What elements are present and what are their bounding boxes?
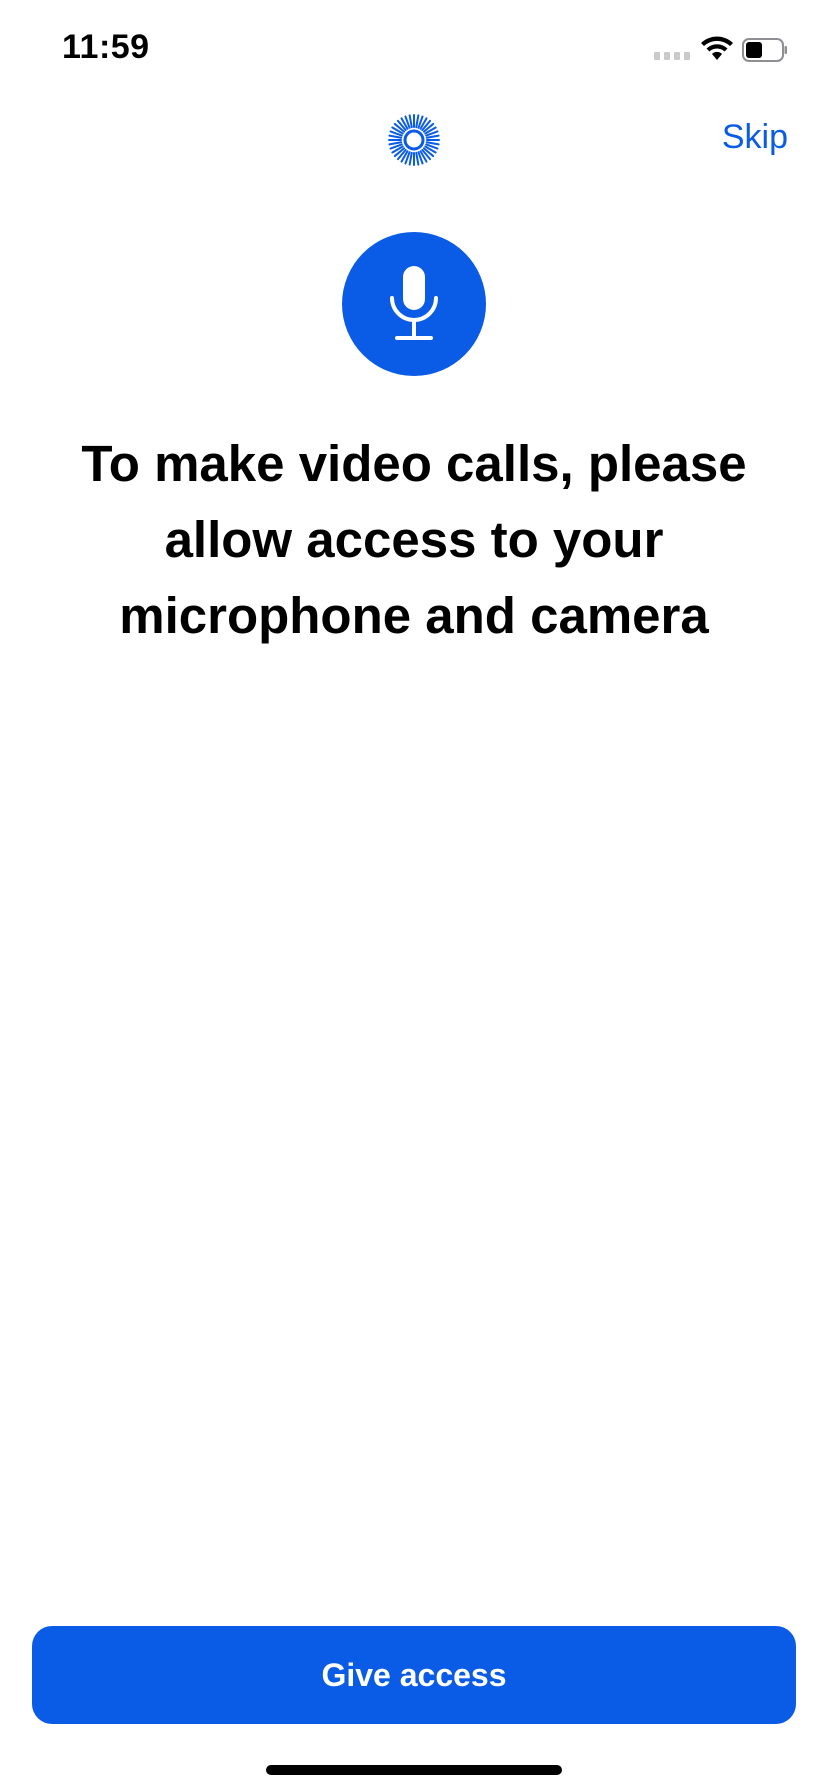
status-time: 11:59 [62, 28, 150, 66]
give-access-button[interactable]: Give access [32, 1626, 796, 1724]
cellular-signal-icon [654, 52, 690, 60]
microphone-badge [342, 232, 486, 376]
home-indicator[interactable] [266, 1765, 562, 1775]
permission-headline: To make video calls, please allow access… [81, 435, 747, 644]
sunburst-logo-icon [388, 114, 440, 166]
wifi-icon [701, 36, 733, 60]
microphone-icon [390, 266, 438, 340]
battery-icon [742, 38, 787, 62]
status-bar: 11:59 [0, 0, 828, 100]
skip-button[interactable]: Skip [722, 118, 788, 157]
